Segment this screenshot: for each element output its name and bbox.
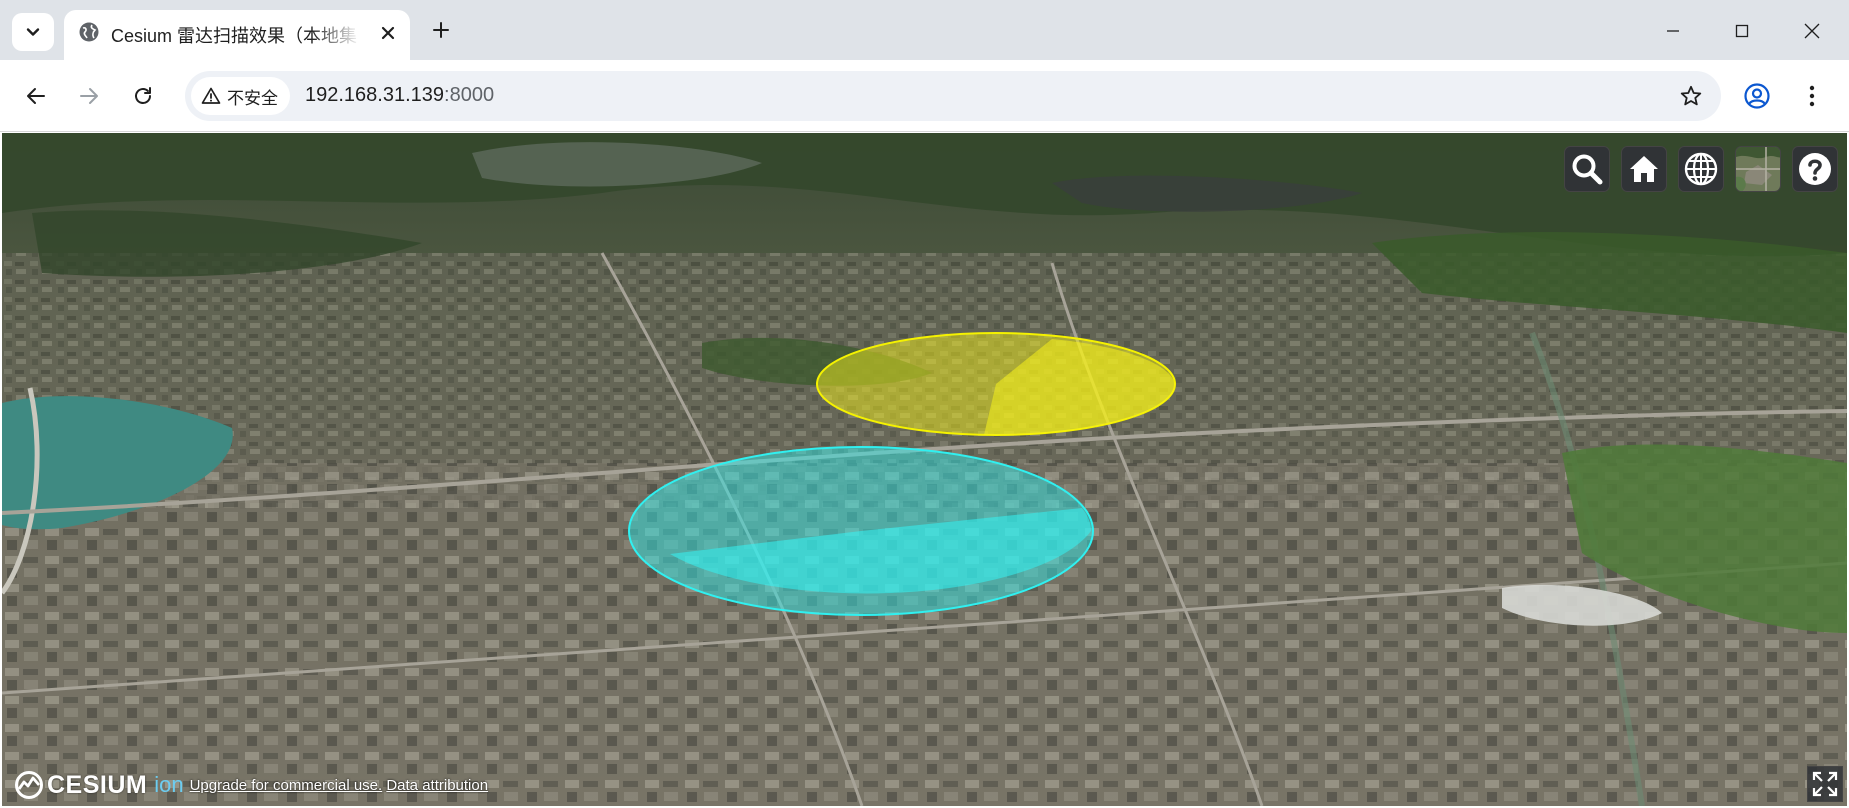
tab-strip: Cesium 雷达扫描效果（本地集: [0, 0, 1849, 60]
arrow-right-icon: [80, 88, 98, 104]
scene-mode-button[interactable]: [1678, 146, 1724, 192]
home-icon: [1630, 156, 1658, 182]
profile-button[interactable]: [1738, 77, 1776, 115]
browser-menu-button[interactable]: [1793, 77, 1831, 115]
cesium-viewer[interactable]: CESIUM ion Upgrade for commercial use. D…: [2, 133, 1847, 806]
cesium-logo-icon: [15, 771, 43, 799]
warning-icon: [201, 87, 221, 104]
url-port: :8000: [444, 84, 495, 106]
upgrade-link[interactable]: Upgrade for commercial use.: [190, 777, 383, 794]
kebab-menu-icon: [1809, 85, 1815, 107]
reload-icon: [135, 87, 151, 104]
back-button[interactable]: [17, 77, 55, 115]
fullscreen-button[interactable]: [1807, 766, 1843, 802]
ion-logo-text: ion: [154, 772, 184, 797]
maximize-button[interactable]: [1725, 14, 1759, 48]
window-close-button[interactable]: [1795, 14, 1829, 48]
map-scene[interactable]: [2, 133, 1847, 806]
reload-button[interactable]: [124, 77, 162, 115]
active-tab[interactable]: Cesium 雷达扫描效果（本地集: [64, 10, 410, 60]
security-label: 不安全: [227, 88, 278, 108]
cesium-toolbar: [1564, 146, 1847, 192]
tab-close-button[interactable]: [376, 21, 400, 45]
fullscreen-icon: [1812, 771, 1838, 797]
browser-toolbar: 不安全 192.168.31.139:8000: [0, 60, 1849, 132]
search-icon: [1572, 154, 1603, 185]
geocoder-search-button[interactable]: [1564, 146, 1610, 192]
credit-text: Upgrade for commercial use. Data attribu…: [190, 776, 488, 800]
tab-search-button[interactable]: [12, 13, 54, 51]
close-icon: [381, 26, 395, 40]
url-text[interactable]: 192.168.31.139:8000: [305, 84, 494, 107]
chevron-down-icon: [26, 28, 40, 36]
plus-icon: [433, 22, 449, 38]
profile-icon: [1744, 83, 1770, 109]
maximize-icon: [1735, 24, 1749, 38]
close-icon: [1804, 23, 1820, 39]
cesium-ion-logo[interactable]: CESIUM ion: [14, 770, 184, 800]
help-button[interactable]: [1792, 146, 1838, 192]
security-indicator[interactable]: 不安全: [191, 77, 290, 115]
url-host: 192.168.31.139: [305, 84, 445, 106]
globe-icon: [1684, 152, 1718, 186]
imagery-thumbnail-icon: [1736, 147, 1780, 191]
address-bar[interactable]: 不安全 192.168.31.139:8000: [185, 71, 1721, 121]
star-icon: [1680, 85, 1702, 106]
arrow-left-icon: [27, 88, 45, 104]
minimize-icon: [1667, 30, 1679, 32]
base-layer-picker[interactable]: [1735, 146, 1781, 192]
minimize-button[interactable]: [1656, 14, 1690, 48]
home-button[interactable]: [1621, 146, 1667, 192]
bookmark-button[interactable]: [1677, 82, 1705, 110]
credits-bar: CESIUM ion Upgrade for commercial use. D…: [14, 770, 488, 800]
tab-title: Cesium 雷达扫描效果（本地集: [111, 26, 358, 46]
help-icon: [1799, 153, 1831, 185]
cesium-logo-text: CESIUM: [47, 771, 148, 799]
globe-icon: [79, 22, 99, 42]
new-tab-button[interactable]: [428, 17, 454, 43]
forward-button[interactable]: [70, 77, 108, 115]
data-attribution-link[interactable]: Data attribution: [386, 777, 488, 794]
